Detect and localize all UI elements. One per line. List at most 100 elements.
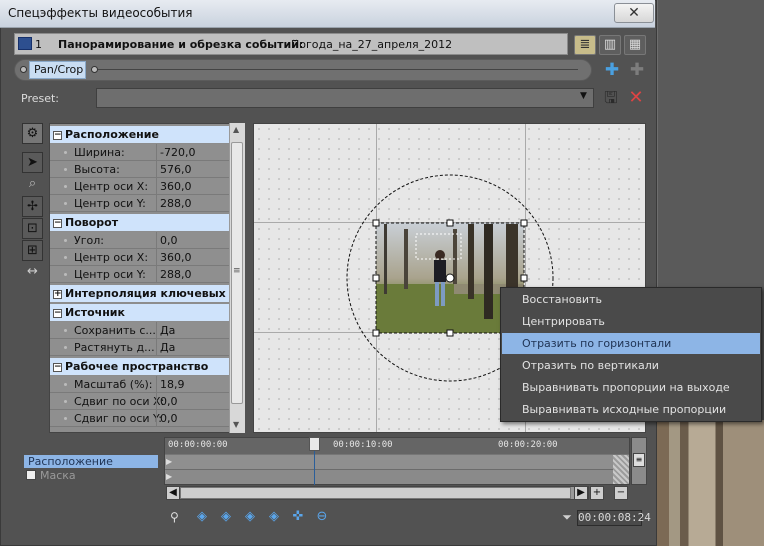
settings-gear-icon[interactable]: ⚙ [22,123,43,144]
preset-label: Preset: [21,92,60,105]
property-row-rot-center-y[interactable]: Центр оси Y: 288,0 [50,266,230,283]
ruler-label: 00:00:10:00 [333,440,393,450]
property-row-offset-x[interactable]: Сдвиг по оси X: 0,0 [50,393,230,410]
chain-end-node [91,66,98,73]
menu-item-match-source-aspect[interactable]: Выравнивать исходные пропорции [502,399,760,420]
scroll-down-icon[interactable]: ▼ [233,420,239,429]
track-position[interactable]: Расположение [24,455,158,468]
property-label: Центр оси Y: [74,268,146,281]
property-value[interactable]: 18,9 [156,376,230,392]
previous-keyframe-icon[interactable]: ◈ [218,509,234,525]
remove-plugin-icon[interactable]: ✚ [627,60,647,80]
property-row-height[interactable]: Высота: 576,0 [50,161,230,178]
chain-start-node [20,66,27,73]
playhead-handle[interactable] [309,437,320,451]
chevron-down-icon[interactable]: ▼ [580,91,587,101]
normal-edit-tool-icon[interactable]: ➤ [22,152,43,173]
property-label: Сдвиг по оси X: [74,395,165,408]
property-value[interactable]: 0,0 [156,410,230,426]
property-value[interactable]: 288,0 [156,195,230,211]
scroll-left-icon[interactable]: ◀ [166,486,180,500]
property-row-center-y[interactable]: Центр оси Y: 288,0 [50,195,230,212]
property-value[interactable]: 576,0 [156,161,230,177]
ruler-label: 00:00:00:00 [168,440,228,450]
timeline-scroll-thumb[interactable] [180,487,571,499]
close-button[interactable]: ✕ [614,3,654,23]
plugin-chain-icon[interactable]: ✚ [602,60,622,80]
background-video-preview [656,420,764,546]
lock-aspect-icon[interactable]: ⊡ [22,218,43,239]
section-header-workspace[interactable]: − Рабочее пространство [50,358,230,375]
zoom-tool-icon[interactable]: ⌕ [22,174,43,195]
grid-view-icon[interactable]: ▦ [624,35,646,55]
property-value[interactable]: 360,0 [156,249,230,265]
context-menu: Восстановить Центрировать Отразить по го… [500,287,762,422]
property-label: Ширина: [74,146,125,159]
move-tool-icon[interactable]: ✢ [22,196,43,217]
property-row-angle[interactable]: Угол: 0,0 [50,232,230,249]
plugin-chip-pan-crop[interactable]: Pan/Crop [29,61,86,79]
section-header-source[interactable]: − Источник [50,304,230,321]
delete-keyframe-icon[interactable]: ⊖ [314,509,330,525]
zoom-in-button[interactable]: + [590,486,604,500]
add-keyframe-icon[interactable]: ✜ [290,509,306,525]
chain-index: 1 [35,38,42,51]
property-row-keep-aspect[interactable]: Сохранить с... Да [50,322,230,339]
center-handle [445,273,455,283]
timeline-ruler[interactable] [165,438,629,454]
first-keyframe-icon[interactable]: ◈ [194,509,210,525]
section-header-rotation[interactable]: − Поворот [50,214,230,231]
mask-checkbox[interactable] [26,470,36,480]
preset-dropdown[interactable] [96,88,594,108]
keyframe-marker[interactable]: ▶ [166,472,172,481]
property-value[interactable]: 288,0 [156,266,230,282]
move-freely-icon[interactable]: ↔ [22,262,43,283]
menu-item-match-output-aspect[interactable]: Выравнивать пропорции на выходе [502,377,760,398]
cursor-position-icon: ⏷ [562,510,572,524]
menu-item-restore[interactable]: Восстановить [502,289,760,310]
menu-item-flip-horizontal[interactable]: Отразить по горизонтали [502,333,760,354]
property-value[interactable]: 0,0 [156,232,230,248]
property-row-zoom[interactable]: Масштаб (%): 18,9 [50,376,230,393]
scroll-up-icon[interactable]: ▲ [233,125,239,134]
property-row-offset-y[interactable]: Сдвиг по оси Y: 0,0 [50,410,230,427]
property-row-stretch[interactable]: Растянуть д... Да [50,339,230,356]
keyframe-track-mask[interactable] [165,470,613,484]
keyframe-track-position[interactable] [165,455,613,470]
section-header-position[interactable]: − Расположение [50,126,230,143]
list-view-icon[interactable]: ≣ [574,35,596,55]
property-value[interactable]: 0,0 [156,393,230,409]
time-display[interactable]: 00:00:08:24 [577,510,651,526]
delete-preset-icon[interactable]: ✕ [627,88,645,108]
menu-item-flip-vertical[interactable]: Отразить по вертикали [502,355,760,376]
scroll-right-icon[interactable]: ▶ [574,486,588,500]
zoom-out-button[interactable]: − [614,486,628,500]
window-title: Спецэффекты видеособытия [8,6,193,20]
property-label: Масштаб (%): [74,378,153,391]
vscroll-grip-icon[interactable]: ≡ [633,453,645,467]
plugin-chain-bar [14,59,592,81]
property-value[interactable]: 360,0 [156,178,230,194]
properties-panel: − Расположение Ширина: -720,0 Высота: 576,0… [49,123,245,433]
property-value[interactable]: Да [156,339,230,355]
scale-about-center-icon[interactable]: ⊞ [22,240,43,261]
section-header-keyframe-interpolation[interactable]: +Интерполяция ключевых ... [50,285,230,317]
property-label: Сдвиг по оси Y: [74,412,162,425]
ruler-label: 00:00:20:00 [498,440,558,450]
property-label: Центр оси X: [74,180,149,193]
split-view-icon[interactable]: ▥ [599,35,621,55]
property-row-width[interactable]: Ширина: -720,0 [50,144,230,161]
next-keyframe-icon[interactable]: ◈ [242,509,258,525]
property-label: Растянуть д... [74,341,155,354]
property-label: Сохранить с... [74,324,156,337]
property-row-rot-center-x[interactable]: Центр оси X: 360,0 [50,249,230,266]
save-preset-icon[interactable]: 🖫 [602,88,620,108]
property-label: Высота: [74,163,120,176]
keyframe-marker[interactable]: ▶ [166,457,172,466]
property-value[interactable]: -720,0 [156,144,230,160]
property-row-center-x[interactable]: Центр оси X: 360,0 [50,178,230,195]
property-value[interactable]: Да [156,322,230,338]
last-keyframe-icon[interactable]: ◈ [266,509,282,525]
menu-item-center[interactable]: Центрировать [502,311,760,332]
sync-cursor-lock-icon[interactable]: ⚲ [170,509,184,525]
